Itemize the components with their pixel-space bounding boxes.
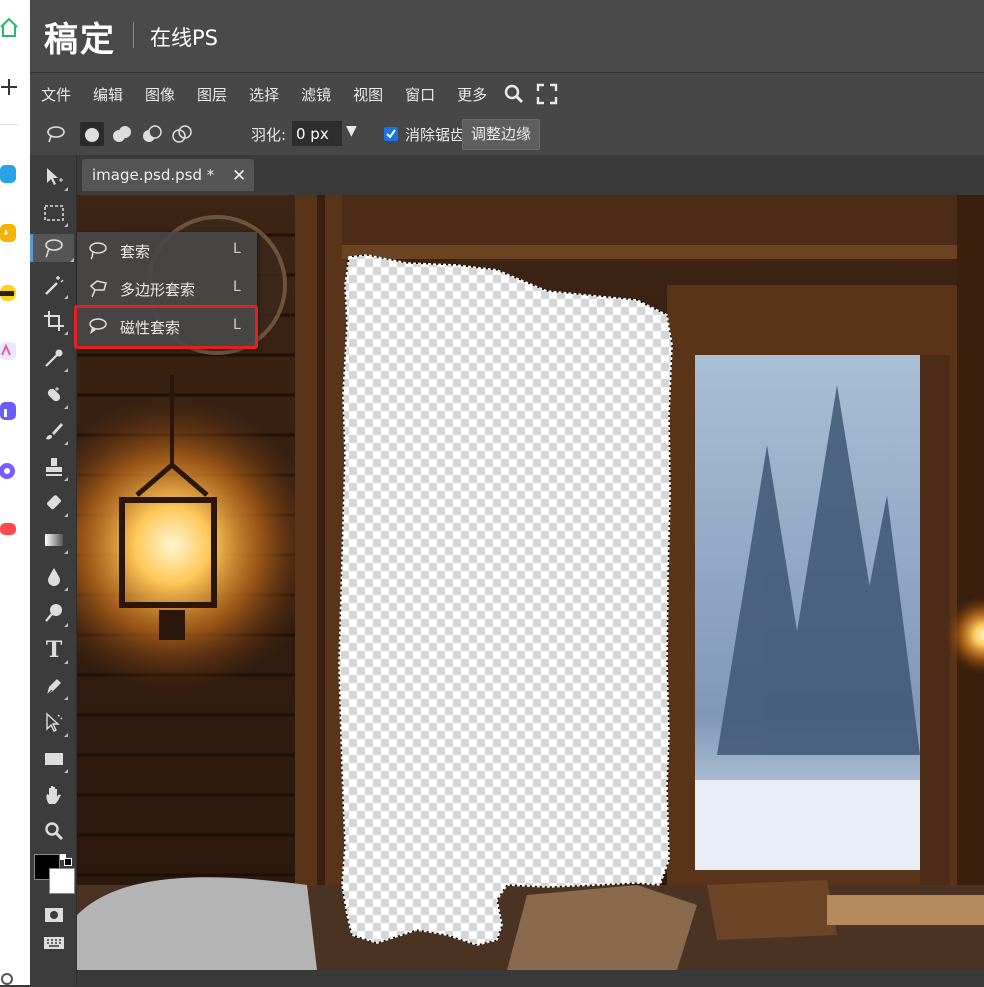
flyout-label: 多边形套索 xyxy=(120,281,196,299)
rectangle-tool-icon[interactable] xyxy=(40,745,68,773)
antialias-label: 消除锯齿 xyxy=(405,126,466,144)
stamp-tool-icon[interactable] xyxy=(40,453,68,481)
add-icon[interactable] xyxy=(0,76,18,98)
refine-edge-button[interactable]: 调整边缘 xyxy=(462,119,541,150)
star-app-icon[interactable] xyxy=(0,222,18,244)
menu-more[interactable]: 更多 xyxy=(457,84,487,105)
flyout-item-polygonal-lasso[interactable]: 多边形套索 L xyxy=(77,270,257,308)
search-icon[interactable] xyxy=(504,84,524,104)
menu-filter[interactable]: 滤镜 xyxy=(301,84,331,105)
feather-label: 羽化: xyxy=(251,126,287,144)
bot-app-icon[interactable] xyxy=(0,460,18,482)
menu-bar: 文件 编辑 图像 图层 选择 滤镜 视图 窗口 更多 xyxy=(30,73,984,115)
menu-select[interactable]: 选择 xyxy=(249,84,279,105)
menu-view[interactable]: 视图 xyxy=(353,84,383,105)
game-app-icon[interactable] xyxy=(0,518,18,540)
polygonal-lasso-icon xyxy=(89,280,107,298)
zoom-tool-icon[interactable] xyxy=(40,817,68,845)
brand-divider xyxy=(133,22,134,48)
status-bar xyxy=(77,970,984,985)
brush-tool-icon[interactable] xyxy=(40,417,68,445)
menu-window[interactable]: 窗口 xyxy=(405,84,435,105)
options-bar: 羽化: ▼ 消除锯齿 调整边缘 xyxy=(30,115,984,156)
healing-brush-tool-icon[interactable] xyxy=(40,381,68,409)
app-shortcut-icon[interactable] xyxy=(0,163,18,185)
settings-icon[interactable] xyxy=(0,965,18,987)
background-color[interactable] xyxy=(49,868,75,894)
flyout-label: 套索 xyxy=(120,243,151,261)
strip-divider xyxy=(0,124,18,125)
feather-input[interactable] xyxy=(292,121,342,146)
chart-app-icon[interactable] xyxy=(0,400,18,422)
eyedropper-tool-icon[interactable] xyxy=(40,344,68,372)
blur-tool-icon[interactable] xyxy=(40,563,68,591)
keyboard-icon[interactable] xyxy=(40,929,68,957)
highlight-annotation xyxy=(74,305,258,349)
flyout-shortcut: L xyxy=(233,241,241,257)
pen-tool-icon[interactable] xyxy=(40,672,68,700)
subtract-selection-icon[interactable] xyxy=(140,122,164,146)
robot-app-icon[interactable] xyxy=(0,282,18,304)
tool-panel: T xyxy=(30,155,77,985)
gradient-tool-icon[interactable] xyxy=(40,526,68,554)
home-icon[interactable] xyxy=(0,16,18,38)
lasso-tool-icon[interactable] xyxy=(30,234,74,262)
hand-tool-icon[interactable] xyxy=(40,781,68,809)
intersect-selection-icon[interactable] xyxy=(170,122,194,146)
close-tab-icon[interactable]: ✕ xyxy=(232,166,246,186)
app-header: 稿定 在线PS xyxy=(30,0,984,73)
document-tab-bar: image.psd.psd * ✕ xyxy=(77,155,984,195)
lasso-icon xyxy=(89,242,107,260)
flyout-item-lasso[interactable]: 套索 L xyxy=(77,232,257,270)
eraser-tool-icon[interactable] xyxy=(40,489,68,517)
menu-image[interactable]: 图像 xyxy=(145,84,175,105)
antialias-checkbox[interactable] xyxy=(384,127,398,141)
quick-mask-icon[interactable] xyxy=(40,901,68,929)
dodge-tool-icon[interactable] xyxy=(40,599,68,627)
type-tool-icon[interactable]: T xyxy=(40,636,68,664)
feather-dropdown-icon[interactable]: ▼ xyxy=(346,123,357,139)
menu-layer[interactable]: 图层 xyxy=(197,84,227,105)
type-tool-glyph: T xyxy=(45,637,63,663)
document-tab-label: image.psd.psd * xyxy=(92,166,215,184)
path-selection-tool-icon[interactable] xyxy=(40,709,68,737)
add-selection-icon[interactable] xyxy=(110,122,134,146)
app-subtitle: 在线PS xyxy=(150,26,218,50)
fullscreen-icon[interactable] xyxy=(536,83,558,105)
document-tab[interactable]: image.psd.psd * ✕ xyxy=(82,159,254,191)
menu-edit[interactable]: 编辑 xyxy=(93,84,123,105)
lasso-preset-icon[interactable] xyxy=(44,122,68,146)
new-selection-icon[interactable] xyxy=(80,122,104,146)
browser-side-strip xyxy=(0,0,31,985)
brand-logo[interactable]: 稿定 xyxy=(44,12,116,61)
magic-wand-tool-icon[interactable] xyxy=(40,271,68,299)
move-tool-icon[interactable] xyxy=(40,163,68,191)
color-swatches[interactable] xyxy=(34,854,75,896)
flyout-shortcut: L xyxy=(233,279,241,295)
swap-colors-icon-part xyxy=(64,858,72,866)
crop-tool-icon[interactable] xyxy=(40,307,68,335)
menu-file[interactable]: 文件 xyxy=(41,84,71,105)
ai-app-icon[interactable] xyxy=(0,340,18,362)
marquee-tool-icon[interactable] xyxy=(40,199,68,227)
